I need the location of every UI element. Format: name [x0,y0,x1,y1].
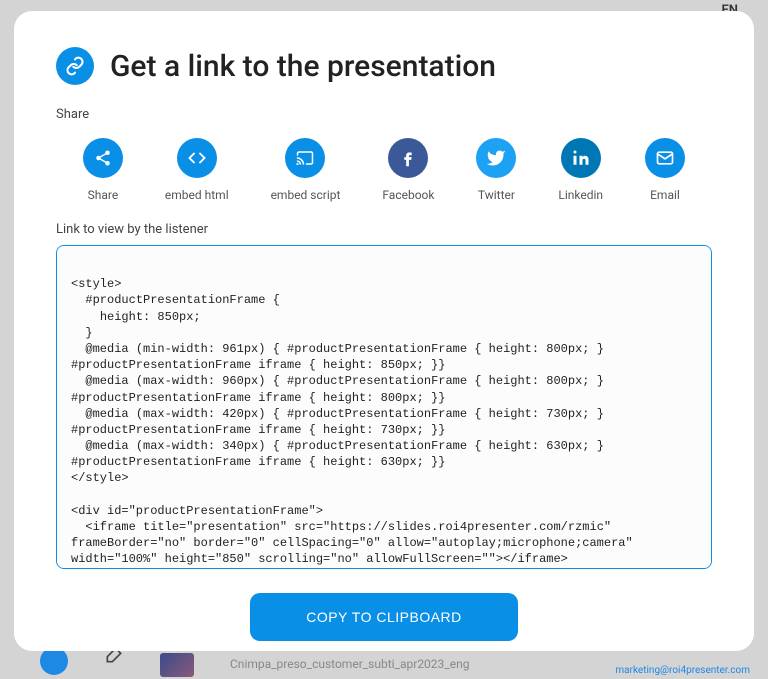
modal-title: Get a link to the presentation [110,49,496,84]
thumbnail-image [160,653,194,677]
share-item-label: Facebook [382,188,434,202]
share-item-label: Email [650,188,680,202]
bg-email: marketing@roi4presenter.com [615,665,750,676]
email-icon [645,138,685,178]
share-option-embed-html[interactable]: embed html [165,138,229,202]
share-item-label: embed html [165,188,229,202]
share-label: Share [56,107,712,122]
share-options-row: Share embed html embed script Facebook T… [56,138,712,202]
modal-header: Get a link to the presentation [56,47,712,85]
linkedin-icon [561,138,601,178]
bg-filename: Cnimpa_preso_customer_subti_apr2023_eng [230,657,469,671]
share-item-label: Linkedin [558,188,603,202]
twitter-icon [476,138,516,178]
share-item-label: embed script [271,188,341,202]
share-item-label: Share [88,188,119,202]
link-icon [56,47,94,85]
link-label: Link to view by the listener [56,222,712,237]
share-option-email[interactable]: Email [645,138,685,202]
bg-avatar-circle [40,647,68,675]
embed-code-textarea[interactable] [56,245,712,569]
share-modal: Get a link to the presentation Share Sha… [14,11,754,651]
share-option-share[interactable]: Share [83,138,123,202]
share-option-twitter[interactable]: Twitter [476,138,516,202]
share-icon [83,138,123,178]
code-icon [177,138,217,178]
share-option-linkedin[interactable]: Linkedin [558,138,603,202]
share-option-embed-script[interactable]: embed script [271,138,341,202]
facebook-icon [388,138,428,178]
share-option-facebook[interactable]: Facebook [382,138,434,202]
cast-icon [285,138,325,178]
share-item-label: Twitter [478,188,515,202]
copy-clipboard-button[interactable]: COPY TO CLIPBOARD [250,593,518,641]
